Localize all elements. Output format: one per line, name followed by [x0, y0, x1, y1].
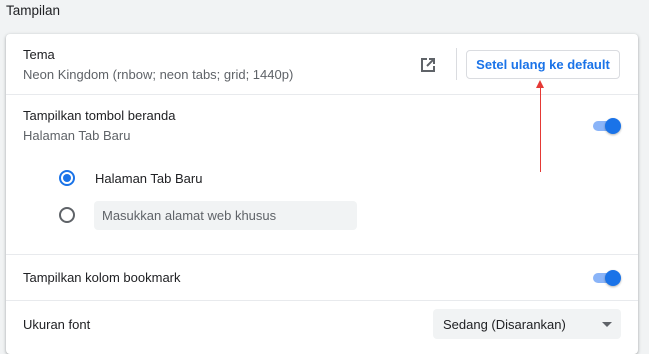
font-size-selected-value: Sedang (Disarankan): [443, 317, 566, 332]
theme-value: Neon Kingdom (rnbow; neon tabs; grid; 14…: [23, 67, 294, 82]
annotation-arrow-line: [540, 86, 541, 172]
reset-to-default-button[interactable]: Setel ulang ke default: [466, 50, 620, 79]
home-button-toggle[interactable]: [591, 118, 621, 134]
font-size-label: Ukuran font: [23, 317, 91, 332]
toggle-knob: [605, 270, 621, 286]
section-title: Tampilan: [6, 3, 61, 18]
row-divider: [6, 94, 638, 95]
radio-custom-address[interactable]: [59, 207, 75, 223]
radio-new-tab-page-label: Halaman Tab Baru: [95, 171, 203, 186]
toggle-knob: [605, 118, 621, 134]
bookmark-bar-toggle[interactable]: [591, 270, 621, 286]
theme-divider: [456, 48, 457, 80]
bookmark-bar-label: Tampilkan kolom bookmark: [23, 270, 181, 285]
home-button-label: Tampilkan tombol beranda: [23, 108, 176, 123]
dropdown-arrow-icon: [602, 322, 612, 327]
home-button-sublabel: Halaman Tab Baru: [23, 128, 131, 143]
annotation-arrow-head-icon: [536, 80, 544, 88]
row-divider: [6, 300, 638, 301]
theme-label: Tema: [23, 47, 55, 62]
radio-new-tab-page[interactable]: [59, 170, 75, 186]
row-divider: [6, 254, 638, 255]
custom-web-address-input[interactable]: [94, 201, 357, 230]
open-in-new-icon[interactable]: [418, 55, 438, 75]
font-size-select[interactable]: Sedang (Disarankan): [433, 309, 621, 339]
